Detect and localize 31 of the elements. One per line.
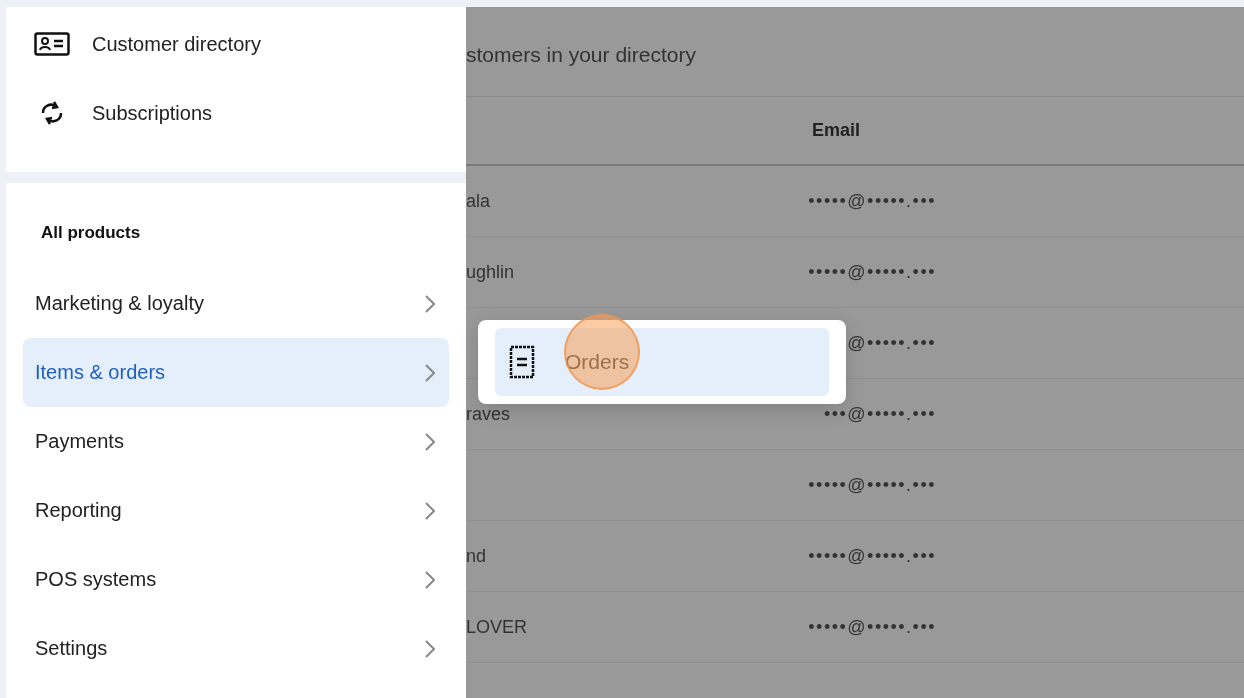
table-cell-text: •••@•••••.•••	[822, 405, 936, 423]
column-header: Email	[811, 120, 861, 141]
table-cell-text: •••••@•••••.•••	[807, 547, 936, 565]
table-cell: raves	[466, 405, 510, 423]
nav-link[interactable]: Subscriptions	[6, 95, 466, 131]
receipt-icon	[509, 345, 535, 379]
chevron-right-icon	[425, 501, 435, 520]
chevron-right-icon	[425, 432, 435, 451]
table-cell-text: •••••@•••••.•••	[807, 192, 936, 210]
table-cell: ala	[466, 192, 491, 210]
table-cell-text: •••••@•••••.•••	[807, 476, 936, 494]
section-title: All products	[40, 223, 142, 243]
nav-link[interactable]: Customer directory	[6, 26, 466, 62]
table-cell-text: •••••@•••••.•••	[807, 263, 936, 281]
nav-item[interactable]: Payments	[23, 407, 449, 476]
table-cell-text: @•••••.•••	[846, 334, 936, 352]
table-cell: nd	[466, 547, 487, 565]
chevron-right-icon	[425, 363, 435, 382]
nav-item[interactable]: Reporting	[23, 476, 449, 545]
chevron-right-icon	[425, 570, 435, 589]
table-cell: ughlin	[466, 263, 515, 281]
nav-item[interactable]: POS systems	[23, 545, 449, 614]
chevron-right-icon	[425, 639, 435, 658]
chevron-right-icon	[425, 294, 435, 313]
nav-item[interactable]: Items & orders	[23, 338, 449, 407]
contact-card-icon	[34, 32, 70, 56]
page-subtitle: stomers in your directory	[466, 43, 696, 66]
nav-item[interactable]: Settings	[23, 614, 449, 683]
nav-item[interactable]: Marketing & loyalty	[23, 269, 449, 338]
table-cell-text: •••••@•••••.•••	[807, 618, 936, 636]
table-cell: LOVER	[466, 618, 528, 636]
